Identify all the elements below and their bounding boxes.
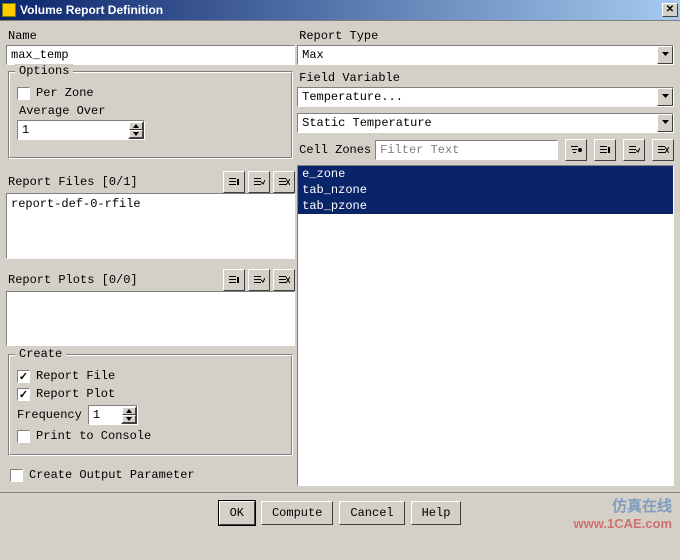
list-toggle-icon[interactable] <box>223 269 245 291</box>
create-output-label: Create Output Parameter <box>29 468 195 482</box>
spin-down-icon[interactable] <box>122 415 136 423</box>
field-category-combo[interactable]: Temperature... <box>297 87 674 107</box>
close-button[interactable]: ✕ <box>662 3 678 17</box>
report-files-list[interactable]: report-def-0-rfile <box>6 193 295 259</box>
name-input[interactable]: max_temp <box>6 45 295 65</box>
name-label: Name <box>8 29 295 43</box>
options-legend: Options <box>15 64 73 78</box>
list-item[interactable]: tab_nzone <box>298 182 673 198</box>
cell-zones-filter[interactable]: Filter Text <box>375 140 558 160</box>
select-all-icon[interactable] <box>248 269 270 291</box>
title-bar: Volume Report Definition ✕ <box>0 0 680 20</box>
report-file-checkbox[interactable]: ✓ <box>17 370 30 383</box>
field-variable-combo[interactable]: Static Temperature <box>297 113 674 133</box>
report-plots-label: Report Plots [0/0] <box>8 273 220 287</box>
deselect-all-icon[interactable] <box>652 139 674 161</box>
select-all-icon[interactable] <box>248 171 270 193</box>
button-row: OK Compute Cancel Help 仿真在线 www.1CAE.com <box>0 492 680 533</box>
list-toggle-icon[interactable] <box>223 171 245 193</box>
ok-button[interactable]: OK <box>219 501 255 525</box>
chevron-down-icon[interactable] <box>657 46 673 64</box>
spin-up-icon[interactable] <box>129 122 143 130</box>
app-icon <box>2 3 16 17</box>
chevron-down-icon[interactable] <box>657 88 673 106</box>
list-item[interactable]: report-def-0-rfile <box>11 197 290 211</box>
cell-zones-label: Cell Zones <box>299 143 371 157</box>
avg-over-label: Average Over <box>19 104 284 118</box>
cancel-button[interactable]: Cancel <box>339 501 404 525</box>
report-plot-label: Report Plot <box>36 387 115 401</box>
per-zone-checkbox[interactable] <box>17 87 30 100</box>
select-all-icon[interactable] <box>623 139 645 161</box>
watermark: 仿真在线 www.1CAE.com <box>574 495 672 531</box>
report-file-label: Report File <box>36 369 115 383</box>
cell-zones-list[interactable]: e_zone tab_nzone tab_pzone <box>297 165 674 486</box>
report-type-label: Report Type <box>299 29 674 43</box>
create-output-checkbox[interactable] <box>10 469 23 482</box>
deselect-all-icon[interactable] <box>273 269 295 291</box>
print-console-checkbox[interactable] <box>17 430 30 443</box>
frequency-label: Frequency <box>17 408 82 422</box>
help-button[interactable]: Help <box>411 501 462 525</box>
compute-button[interactable]: Compute <box>261 501 333 525</box>
report-plot-checkbox[interactable]: ✓ <box>17 388 30 401</box>
report-type-combo[interactable]: Max <box>297 45 674 65</box>
per-zone-label: Per Zone <box>36 86 94 100</box>
deselect-all-icon[interactable] <box>273 171 295 193</box>
create-legend: Create <box>15 347 66 361</box>
frequency-spinner[interactable]: 1 <box>88 405 138 425</box>
filter-toggle-icon[interactable] <box>565 139 587 161</box>
chevron-down-icon[interactable] <box>657 114 673 132</box>
spin-up-icon[interactable] <box>122 407 136 415</box>
report-plots-list[interactable] <box>6 291 295 346</box>
field-variable-label: Field Variable <box>299 71 674 85</box>
list-toggle-icon[interactable] <box>594 139 616 161</box>
list-item[interactable]: e_zone <box>298 166 673 182</box>
list-item[interactable]: tab_pzone <box>298 198 673 214</box>
print-console-label: Print to Console <box>36 429 151 443</box>
avg-over-spinner[interactable]: 1 <box>17 120 145 140</box>
report-files-label: Report Files [0/1] <box>8 175 220 189</box>
spin-down-icon[interactable] <box>129 130 143 138</box>
window-title: Volume Report Definition <box>20 3 662 17</box>
